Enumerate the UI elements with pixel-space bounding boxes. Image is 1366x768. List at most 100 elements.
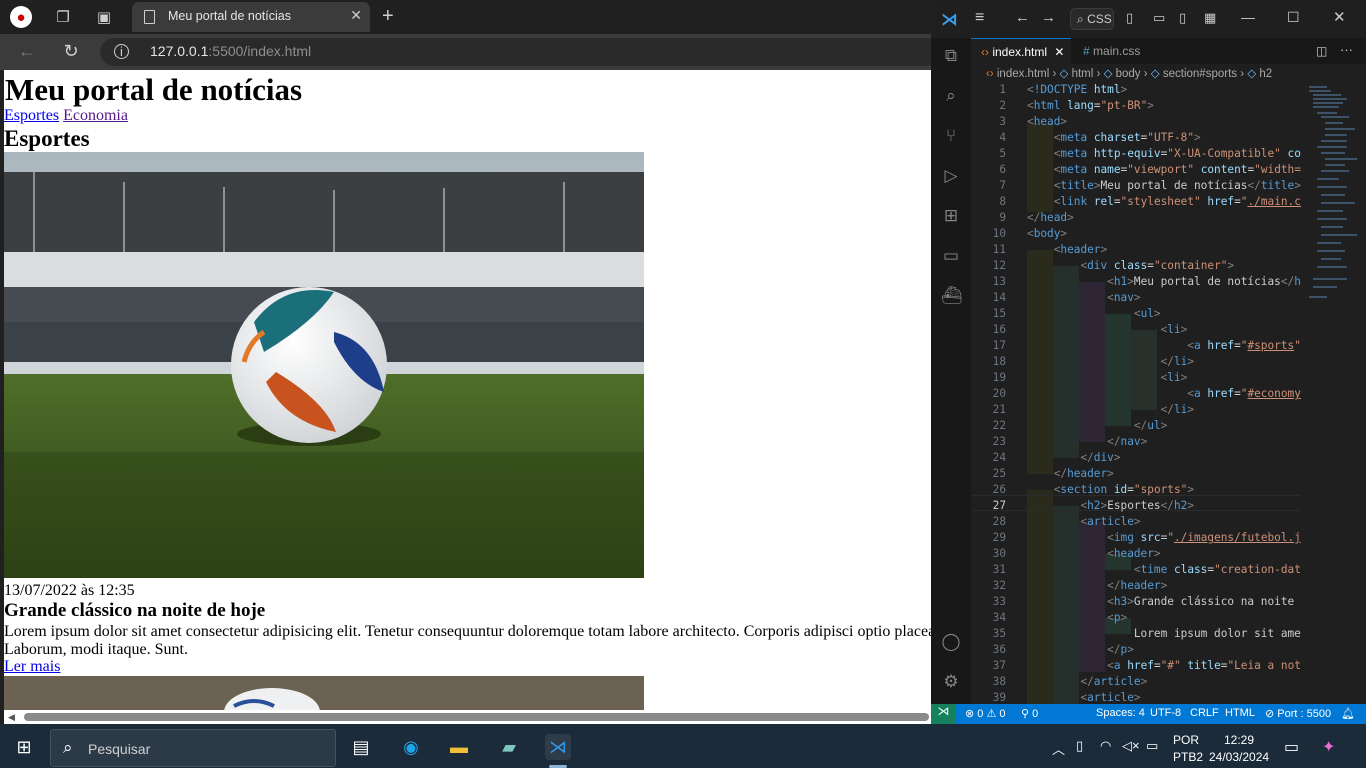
scroll-left-icon[interactable]: ◀ bbox=[8, 712, 15, 723]
device-icon[interactable]: ▯ bbox=[1076, 738, 1083, 754]
code-line: <link rel="stylesheet" href="./main.css bbox=[1053, 195, 1301, 208]
code-line: <h1>Meu portal de notícias</h1> bbox=[1107, 275, 1301, 288]
line-number: 12 bbox=[992, 259, 1006, 272]
menu-icon[interactable]: ≡ bbox=[975, 9, 984, 27]
line-number: 31 bbox=[992, 563, 1006, 576]
notepad-icon[interactable]: ▰ bbox=[496, 734, 522, 760]
new-tab-icon[interactable]: + bbox=[382, 5, 394, 28]
code-line: <div class="container"> bbox=[1080, 259, 1235, 272]
customize-layout-icon[interactable]: ▦ bbox=[1204, 10, 1216, 26]
line-number: 16 bbox=[992, 323, 1006, 336]
command-center[interactable]: ⌕ CSS bbox=[1070, 8, 1114, 30]
toggle-secondary-sidebar-icon[interactable]: ▯ bbox=[1179, 10, 1186, 26]
copilot-icon[interactable]: ✦ bbox=[1322, 737, 1335, 757]
tab-index-html[interactable]: ‹› index.html ✕ bbox=[971, 38, 1071, 64]
read-more-link[interactable]: Ler mais bbox=[4, 658, 60, 676]
line-number: 3 bbox=[999, 115, 1006, 128]
line-number: 23 bbox=[992, 435, 1006, 448]
tab-actions-icon[interactable]: ▣ bbox=[93, 6, 115, 28]
taskbar-search[interactable]: ⌕ Pesquisar bbox=[50, 729, 336, 767]
line-number: 6 bbox=[999, 163, 1006, 176]
line-number: 20 bbox=[992, 387, 1006, 400]
explorer-icon[interactable]: ⧉ bbox=[941, 46, 961, 66]
breadcrumb-h2[interactable]: h2 bbox=[1259, 68, 1272, 80]
nav-forward-icon[interactable]: → bbox=[1041, 9, 1056, 26]
code-line: <meta charset="UTF-8"> bbox=[1053, 131, 1201, 144]
notification-center-icon[interactable]: ▭ bbox=[1284, 737, 1299, 757]
reload-icon[interactable]: ↻ bbox=[60, 40, 82, 62]
nav-back-icon[interactable]: ← bbox=[1015, 9, 1030, 26]
file-explorer-icon[interactable]: ▬ bbox=[446, 734, 472, 760]
browser-tab-active[interactable]: Meu portal de notícias ✕ bbox=[132, 2, 370, 32]
profile-avatar-icon[interactable]: ● bbox=[10, 6, 32, 28]
breadcrumb-body[interactable]: body bbox=[1116, 68, 1141, 80]
extensions-icon[interactable]: ⊞ bbox=[941, 206, 961, 226]
clock-date[interactable]: 24/03/2024 bbox=[1209, 750, 1269, 764]
ports-status[interactable]: ⚲ 0 bbox=[1021, 707, 1038, 720]
minimap[interactable] bbox=[1303, 82, 1363, 704]
line-number: 21 bbox=[992, 403, 1006, 416]
line-number: 5 bbox=[999, 147, 1006, 160]
minimize-icon[interactable]: — bbox=[1241, 9, 1255, 25]
eol-status[interactable]: CRLF bbox=[1190, 707, 1219, 719]
code-line: <h3>Grande clássico na noite de bbox=[1107, 595, 1301, 608]
tab-main-css[interactable]: # main.css bbox=[1071, 38, 1169, 64]
more-actions-icon[interactable]: ··· bbox=[1340, 42, 1353, 57]
split-editor-icon[interactable]: ◫ bbox=[1316, 44, 1327, 58]
url-text[interactable]: 127.0.0.1:5500/index.html bbox=[150, 43, 311, 59]
site-info-icon[interactable]: i bbox=[114, 44, 129, 59]
code-editor[interactable]: 1 2 3 4 5 6 7 8 9 10 11 12 13 14 15 16 17 18 19 20 21 22 23 24 2… bbox=[971, 82, 1301, 704]
workspaces-icon[interactable]: ❐ bbox=[52, 6, 74, 28]
warning-count: 0 bbox=[999, 708, 1006, 720]
remote-explorer-icon[interactable]: ▭ bbox=[941, 246, 961, 266]
scrollbar-thumb[interactable] bbox=[24, 713, 929, 721]
code-line: <a href="#" title="Leia a notíc bbox=[1107, 659, 1301, 672]
nav-link-sports[interactable]: Esportes bbox=[4, 107, 59, 124]
wifi-icon[interactable]: ◠ bbox=[1100, 738, 1111, 754]
remote-indicator-icon[interactable]: ⋊ bbox=[931, 704, 956, 724]
toggle-panel-icon[interactable]: ▭ bbox=[1153, 10, 1165, 26]
volume-icon[interactable]: ◁× bbox=[1122, 738, 1140, 754]
tab-title: Meu portal de notícias bbox=[168, 9, 291, 23]
maximize-icon[interactable]: ☐ bbox=[1287, 9, 1300, 26]
show-hidden-icons[interactable]: ︿ bbox=[1052, 739, 1065, 758]
close-tab-icon[interactable]: ✕ bbox=[350, 7, 362, 24]
line-number: 17 bbox=[992, 339, 1006, 352]
keyboard-layout[interactable]: PTB2 bbox=[1173, 750, 1203, 764]
line-number: 13 bbox=[992, 275, 1006, 288]
encoding-status[interactable]: UTF-8 bbox=[1150, 707, 1181, 719]
page-nav: Esportes Economia bbox=[4, 107, 128, 125]
command-center-text: CSS bbox=[1087, 12, 1112, 26]
docker-icon[interactable]: ⛴ bbox=[941, 286, 963, 306]
vscode-titlebar: ⋊ ≡ ← → ⌕ CSS ▯ ▭ ▯ ▦ — ☐ ✕ bbox=[931, 0, 1366, 38]
notifications-icon[interactable]: 🔔︎ bbox=[1341, 707, 1355, 720]
vscode-taskbar-icon[interactable]: ⋊ bbox=[545, 734, 571, 760]
manage-gear-icon[interactable]: ⚙ bbox=[941, 672, 961, 692]
language-status[interactable]: HTML bbox=[1225, 707, 1255, 719]
close-window-icon[interactable]: ✕ bbox=[1333, 8, 1346, 26]
search-view-icon[interactable]: ⌕ bbox=[941, 86, 961, 106]
error-count: 0 bbox=[977, 708, 984, 720]
article-image bbox=[4, 152, 644, 578]
live-server-status[interactable]: ⊘ Port : 5500 bbox=[1265, 707, 1331, 720]
start-windows-icon[interactable]: ⊞ bbox=[11, 734, 37, 760]
indentation-status[interactable]: Spaces: 4 bbox=[1096, 707, 1145, 719]
clock-time[interactable]: 12:29 bbox=[1224, 733, 1254, 747]
line-number: 24 bbox=[992, 451, 1006, 464]
toggle-sidebar-icon[interactable]: ▯ bbox=[1126, 10, 1133, 26]
accounts-icon[interactable]: ◯ bbox=[941, 632, 961, 652]
run-debug-icon[interactable]: ▷ bbox=[941, 166, 961, 186]
nav-link-economy[interactable]: Economia bbox=[63, 107, 128, 124]
battery-icon[interactable]: ▭ bbox=[1146, 738, 1158, 754]
code-line: <time class="creation-date" bbox=[1133, 563, 1301, 576]
breadcrumb-file[interactable]: index.html bbox=[997, 68, 1049, 80]
input-language[interactable]: POR bbox=[1173, 733, 1199, 747]
edge-icon[interactable]: ◉ bbox=[398, 734, 424, 760]
breadcrumb-html[interactable]: html bbox=[1072, 68, 1094, 80]
breadcrumb-section[interactable]: section#sports bbox=[1163, 68, 1237, 80]
close-tab-icon[interactable]: ✕ bbox=[1054, 45, 1064, 59]
task-view-icon[interactable]: ▤ bbox=[348, 734, 374, 760]
back-icon[interactable]: ← bbox=[16, 40, 38, 62]
source-control-icon[interactable]: ⑂ bbox=[941, 126, 961, 146]
problems-status[interactable]: ⊗ 0 ⚠ 0 bbox=[965, 707, 1006, 720]
